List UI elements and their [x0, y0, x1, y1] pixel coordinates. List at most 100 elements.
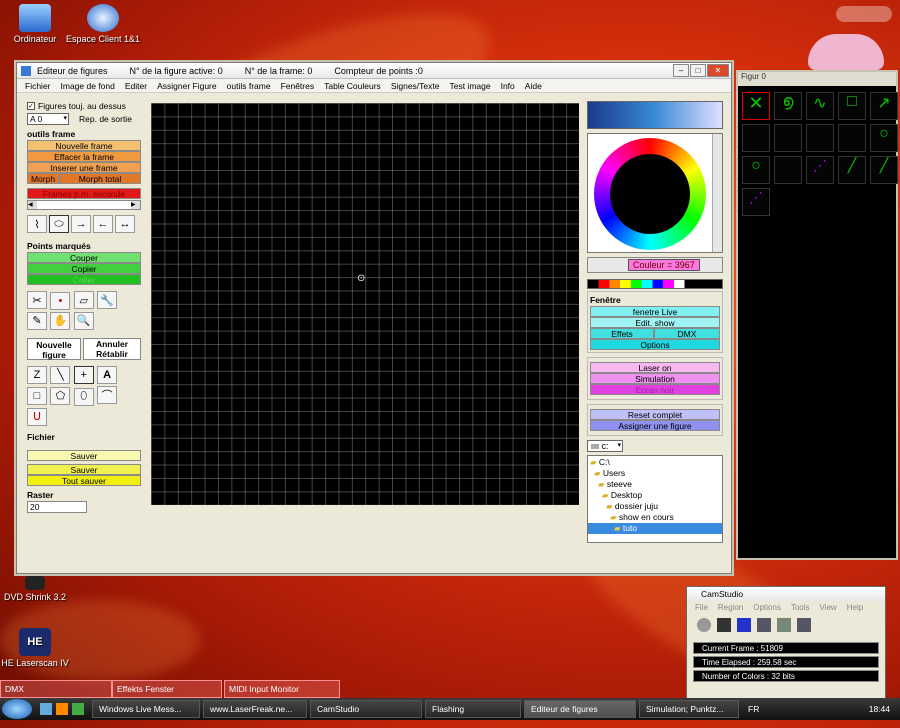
annuler-button[interactable]: Annuler [84, 339, 140, 349]
arrow-left-icon[interactable]: ← [93, 215, 113, 233]
folder-item-selected[interactable]: ▰ tuto [588, 523, 722, 534]
assigner-figure-button[interactable]: Assigner une figure [590, 420, 720, 431]
figure-thumb[interactable]: ↗ [870, 92, 898, 120]
menu-info[interactable]: Info [501, 81, 515, 91]
pentagon-icon[interactable]: ⬠ [50, 386, 71, 405]
close-button[interactable]: ✕ [707, 64, 729, 77]
menu-signes-texte[interactable]: Signes/Texte [391, 81, 440, 91]
connect-points-icon[interactable]: • [50, 291, 71, 310]
cam-menu-file[interactable]: File [695, 603, 708, 612]
nouvelle-frame-button[interactable]: Nouvelle frame [27, 140, 141, 151]
menu-table-couleurs[interactable]: Table Couleurs [324, 81, 381, 91]
select-tool-icon[interactable]: ✂ [27, 291, 47, 309]
polyline-icon[interactable]: Z [27, 366, 47, 384]
effacer-frame-button[interactable]: Effacer la frame [27, 151, 141, 162]
color-picker-icon[interactable]: ✎ [27, 311, 47, 330]
color-palette-strip[interactable] [587, 279, 723, 289]
folder-tree[interactable]: ▰ C:\ ▰ Users ▰ steeve ▰ Desktop ▰ dossi… [587, 455, 723, 543]
sauver-button-2[interactable]: Sauver [27, 463, 141, 475]
quicklaunch-icon[interactable] [40, 703, 52, 715]
menu-aide[interactable]: Aide [525, 81, 542, 91]
color-scrollbar[interactable] [712, 134, 722, 252]
sauver-button[interactable]: Sauver [27, 449, 141, 461]
task-simulation[interactable]: Simulation; Punktz... [639, 700, 739, 718]
folder-item[interactable]: ▰ Users [588, 468, 722, 479]
bezier-icon[interactable]: ⌒ [97, 386, 118, 404]
desktop-icon-dvd-shrink[interactable]: DVD Shrink 3.2 [0, 576, 75, 602]
menu-outils-frame[interactable]: outils frame [227, 81, 271, 91]
menu-fichier[interactable]: Fichier [25, 81, 51, 91]
figure-thumb[interactable]: ൭ [774, 92, 802, 120]
color-wheel-panel[interactable] [587, 133, 723, 253]
folder-item[interactable]: ▰ steeve [588, 479, 722, 490]
ecran-noir-button[interactable]: Ecran noir [590, 384, 720, 395]
figure-thumb[interactable]: ∿ [806, 92, 834, 120]
rectangle-icon[interactable]: □ [27, 387, 47, 405]
folder-item[interactable]: ▰ show en cours [588, 512, 722, 523]
figure-thumb[interactable]: ⋰ [806, 156, 834, 184]
zoom-icon[interactable]: 🔍 [73, 311, 94, 330]
drawing-canvas[interactable]: ⊙ [151, 103, 579, 505]
figure-thumb[interactable]: ✕ [742, 92, 770, 120]
swf-icon[interactable] [797, 618, 811, 632]
dmx-tab[interactable]: DMX [0, 680, 112, 698]
crosshair-icon[interactable]: + [73, 366, 94, 384]
cam-menu-options[interactable]: Options [753, 603, 781, 612]
dmx-button[interactable]: DMX [654, 328, 720, 339]
quicklaunch-icon[interactable] [72, 703, 84, 715]
menu-test-image[interactable]: Test image [449, 81, 490, 91]
minimize-button[interactable]: – [673, 64, 689, 77]
maximize-button[interactable]: □ [690, 64, 706, 77]
folder-item[interactable]: ▰ Desktop [588, 490, 722, 501]
figure-thumb[interactable] [774, 124, 802, 152]
folder-item[interactable]: ▰ C:\ [588, 457, 722, 468]
figure-thumb[interactable] [742, 124, 770, 152]
wrench-icon[interactable]: 🔧 [97, 291, 118, 309]
arrow-both-icon[interactable]: ↔ [115, 215, 135, 233]
simulation-button[interactable]: Simulation [590, 373, 720, 384]
menu-assigner-figure[interactable]: Assigner Figure [157, 81, 217, 91]
line-icon[interactable]: ╲ [50, 365, 71, 384]
task-laserfreak[interactable]: www.LaserFreak.ne... [203, 700, 307, 718]
figures-checkbox[interactable]: ✓ [27, 102, 35, 110]
figure-thumb[interactable] [838, 124, 866, 152]
ellipse-icon[interactable]: ⬯ [73, 387, 94, 406]
figure-thumb[interactable]: ⋰ [742, 188, 770, 216]
figure-thumb[interactable]: □ [838, 92, 866, 120]
tout-sauver-button[interactable]: Tout sauver [27, 474, 141, 486]
language-indicator[interactable]: FR [748, 704, 759, 714]
arrow-right-icon[interactable]: → [71, 215, 91, 233]
record-icon[interactable] [697, 618, 711, 632]
task-windows-live[interactable]: Windows Live Mess... [92, 700, 200, 718]
coller-button[interactable]: Coller [27, 274, 141, 285]
cam-menu-view[interactable]: View [820, 603, 837, 612]
desktop-icon-espace-client[interactable]: Espace Client 1&1 [63, 4, 143, 44]
color-wheel[interactable] [594, 138, 706, 250]
line-mode-icon[interactable]: ⌇ [27, 215, 47, 233]
task-editeur-figures[interactable]: Editeur de figures [524, 700, 636, 718]
retablir-button[interactable]: Rétablir [84, 349, 140, 359]
region-icon[interactable] [757, 618, 771, 632]
couper-button[interactable]: Couper [27, 252, 141, 263]
task-flashing[interactable]: Flashing [425, 700, 521, 718]
nouvelle-figure-button[interactable]: Nouvelle figure [27, 337, 81, 360]
menu-editer[interactable]: Editer [125, 81, 147, 91]
annotation-icon[interactable] [777, 618, 791, 632]
hand-icon[interactable]: ✋ [50, 311, 71, 330]
quicklaunch-icon[interactable] [56, 703, 68, 715]
figure-thumb[interactable]: ╱ [838, 156, 866, 184]
task-camstudio[interactable]: CamStudio [310, 700, 422, 718]
morph-total-button[interactable]: Morph total [59, 173, 141, 184]
cam-menu-help[interactable]: Help [847, 603, 863, 612]
curve-icon[interactable]: ᑌ [27, 407, 47, 426]
stop-icon[interactable] [737, 618, 751, 632]
folder-item[interactable]: ▰ dossier juju [588, 501, 722, 512]
scroll-left-icon[interactable]: ◀ [28, 201, 37, 209]
figure-thumb[interactable]: ○ [742, 156, 770, 184]
effekts-fenster-tab[interactable]: Effekts Fenster [112, 680, 222, 698]
reset-complet-button[interactable]: Reset complet [590, 409, 720, 420]
menu-image-de-fond[interactable]: Image de fond [61, 81, 115, 91]
figure-thumb[interactable]: ╱ [870, 156, 898, 184]
cam-menu-region[interactable]: Region [718, 603, 743, 612]
inserer-frame-button[interactable]: Inserer une frame [27, 162, 141, 173]
